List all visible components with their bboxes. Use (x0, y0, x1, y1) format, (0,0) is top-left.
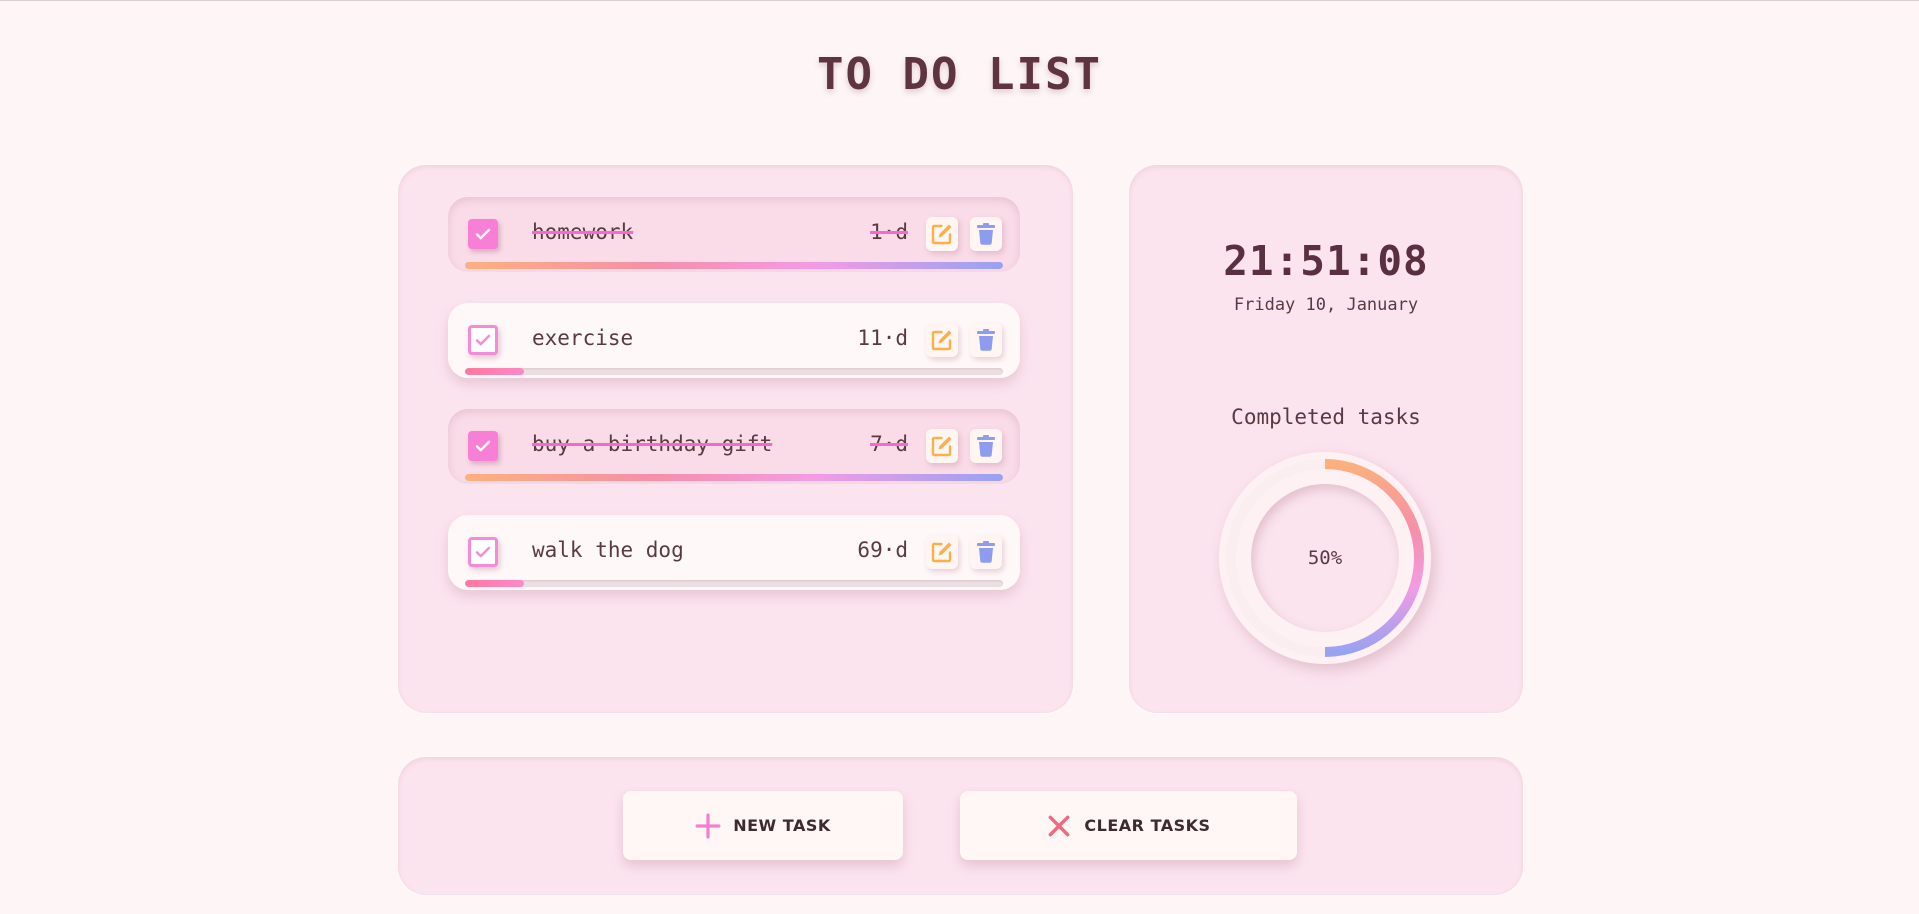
delete-task-button[interactable] (970, 217, 1002, 251)
task-name: walk the dog (532, 538, 684, 562)
task-name: homework (532, 220, 634, 244)
task-days: 7·d (870, 432, 908, 456)
task-progress-bar (465, 580, 1003, 587)
check-icon (475, 546, 491, 558)
task-name: exercise (532, 326, 634, 350)
task-checkbox[interactable] (468, 219, 498, 249)
task-days: 11·d (857, 326, 908, 350)
trash-icon (977, 329, 995, 351)
task-item: walk the dog 69·d (448, 515, 1020, 590)
task-item: homework 1·d (448, 197, 1020, 272)
task-item: buy a birthday gift 7·d (448, 409, 1020, 484)
edit-task-button[interactable] (926, 323, 958, 357)
clock-date: Friday 10, January (1233, 295, 1419, 315)
delete-task-button[interactable] (970, 429, 1002, 463)
task-days: 1·d (870, 220, 908, 244)
task-item: exercise 11·d (448, 303, 1020, 378)
plus-icon (695, 813, 721, 838)
edit-task-button[interactable] (926, 535, 958, 569)
stats-panel: 21:51:08 Friday 10, January Completed ta… (1129, 165, 1523, 713)
task-progress-fill (465, 262, 1003, 269)
page-title: TO DO LIST (817, 49, 1102, 100)
delete-task-button[interactable] (970, 323, 1002, 357)
edit-icon (931, 436, 952, 457)
task-checkbox[interactable] (468, 537, 498, 567)
check-icon (475, 228, 491, 240)
edit-icon (931, 330, 952, 351)
edit-icon (931, 224, 952, 245)
task-name: buy a birthday gift (532, 432, 773, 456)
task-progress-fill (465, 368, 525, 375)
check-icon (475, 334, 491, 346)
trash-icon (977, 541, 995, 563)
edit-task-button[interactable] (926, 217, 958, 251)
task-days: 69·d (857, 538, 908, 562)
x-icon (1049, 815, 1070, 836)
clear-tasks-label: CLEAR TASKS (1084, 816, 1211, 835)
task-checkbox[interactable] (468, 431, 498, 461)
trash-icon (977, 435, 995, 457)
task-progress-bar (465, 262, 1003, 269)
task-list-panel: homework 1·d exercise 11·d buy a birthda… (398, 165, 1073, 713)
completion-percent: 50% (1307, 547, 1343, 569)
actions-panel: NEW TASK CLEAR TASKS (398, 757, 1523, 895)
new-task-label: NEW TASK (733, 816, 831, 835)
new-task-button[interactable]: NEW TASK (623, 791, 903, 860)
check-icon (475, 440, 491, 452)
trash-icon (977, 223, 995, 245)
completion-ring: 50% (1219, 452, 1431, 664)
edit-task-button[interactable] (926, 429, 958, 463)
delete-task-button[interactable] (970, 535, 1002, 569)
completed-tasks-label: Completed tasks (1231, 405, 1421, 429)
task-checkbox[interactable] (468, 325, 498, 355)
task-progress-bar (465, 474, 1003, 481)
clock-time: 21:51:08 (1223, 237, 1429, 285)
task-progress-fill (465, 580, 525, 587)
task-progress-bar (465, 368, 1003, 375)
task-progress-fill (465, 474, 1003, 481)
edit-icon (931, 542, 952, 563)
clear-tasks-button[interactable]: CLEAR TASKS (960, 791, 1297, 860)
